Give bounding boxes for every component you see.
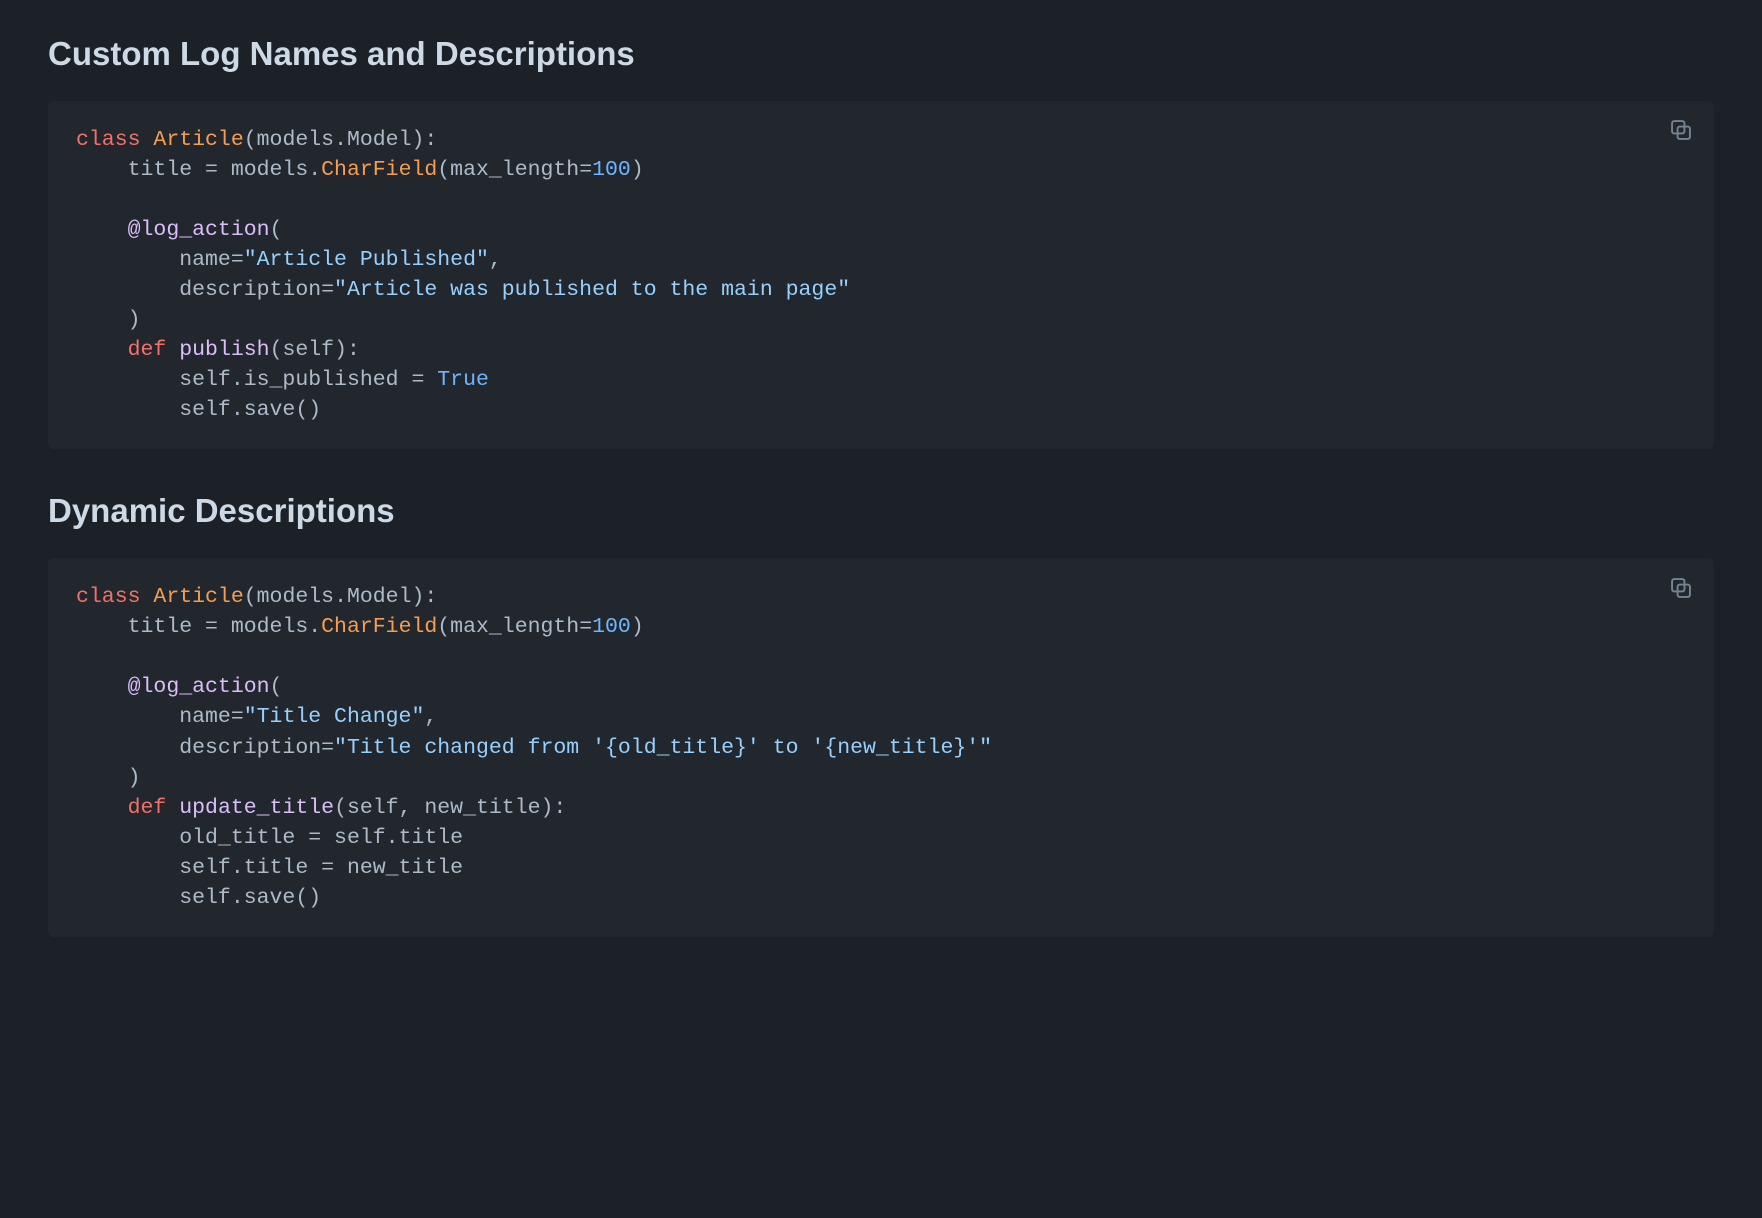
- code-token: (models.Model):: [244, 585, 438, 609]
- code-token: ): [631, 158, 644, 182]
- copy-icon: [1670, 119, 1692, 144]
- code-token: publish: [179, 338, 269, 362]
- code-token: name: [76, 705, 231, 729]
- code-token: [424, 368, 437, 392]
- code-token: ,: [424, 705, 437, 729]
- code-token: old_title: [76, 826, 308, 850]
- code-token: (max_length: [437, 158, 579, 182]
- code-token: new_title: [334, 856, 463, 880]
- code-token: [141, 585, 154, 609]
- code-token: [166, 796, 179, 820]
- code-token: ,: [489, 248, 502, 272]
- code-content: class Article(models.Model): title = mod…: [76, 582, 1686, 913]
- code-token: class: [76, 585, 141, 609]
- code-token: =: [321, 856, 334, 880]
- code-token: =: [321, 278, 334, 302]
- code-token: CharField: [321, 158, 437, 182]
- code-token: title: [76, 158, 205, 182]
- code-token: =: [411, 368, 424, 392]
- code-block: class Article(models.Model): title = mod…: [48, 101, 1714, 450]
- code-token: ): [76, 766, 141, 790]
- code-token: @log_action: [128, 675, 270, 699]
- code-block: class Article(models.Model): title = mod…: [48, 558, 1714, 937]
- code-token: =: [308, 826, 321, 850]
- code-token: update_title: [179, 796, 334, 820]
- code-token: =: [205, 615, 218, 639]
- code-token: (models.Model):: [244, 128, 438, 152]
- code-token: self.is_published: [76, 368, 411, 392]
- code-token: (: [270, 675, 283, 699]
- copy-button[interactable]: [1664, 572, 1698, 606]
- code-token: self.save(): [76, 398, 321, 422]
- code-token: [76, 338, 128, 362]
- code-token: [141, 128, 154, 152]
- section-heading: Custom Log Names and Descriptions: [48, 32, 1714, 77]
- code-token: =: [579, 158, 592, 182]
- code-token: 100: [592, 615, 631, 639]
- code-token: =: [579, 615, 592, 639]
- code-token: models.: [218, 158, 321, 182]
- code-token: self.title: [321, 826, 463, 850]
- code-token: (self, new_title):: [334, 796, 566, 820]
- code-token: True: [437, 368, 489, 392]
- code-token: "Title Change": [244, 705, 425, 729]
- code-token: (: [270, 218, 283, 242]
- code-token: description: [76, 736, 321, 760]
- code-token: =: [205, 158, 218, 182]
- code-token: (self):: [270, 338, 360, 362]
- code-token: self.title: [76, 856, 321, 880]
- code-token: name: [76, 248, 231, 272]
- code-token: [76, 796, 128, 820]
- code-token: [166, 338, 179, 362]
- code-token: description: [76, 278, 321, 302]
- section-heading: Dynamic Descriptions: [48, 489, 1714, 534]
- code-token: ): [76, 308, 141, 332]
- code-token: =: [231, 705, 244, 729]
- code-token: title: [76, 615, 205, 639]
- code-token: =: [321, 736, 334, 760]
- code-content: class Article(models.Model): title = mod…: [76, 125, 1686, 426]
- code-token: Article: [153, 585, 243, 609]
- code-token: ): [631, 615, 644, 639]
- code-token: def: [128, 796, 167, 820]
- code-token: models.: [218, 615, 321, 639]
- code-token: class: [76, 128, 141, 152]
- code-token: def: [128, 338, 167, 362]
- code-token: Article: [153, 128, 243, 152]
- code-token: "Title changed from '{old_title}' to '{n…: [334, 736, 992, 760]
- code-token: self.save(): [76, 886, 321, 910]
- code-token: [76, 675, 128, 699]
- copy-button[interactable]: [1664, 115, 1698, 149]
- code-token: [76, 218, 128, 242]
- code-token: (max_length: [437, 615, 579, 639]
- code-token: =: [231, 248, 244, 272]
- code-token: "Article was published to the main page": [334, 278, 850, 302]
- copy-icon: [1670, 577, 1692, 602]
- code-token: "Article Published": [244, 248, 489, 272]
- code-token: @log_action: [128, 218, 270, 242]
- code-token: 100: [592, 158, 631, 182]
- code-token: CharField: [321, 615, 437, 639]
